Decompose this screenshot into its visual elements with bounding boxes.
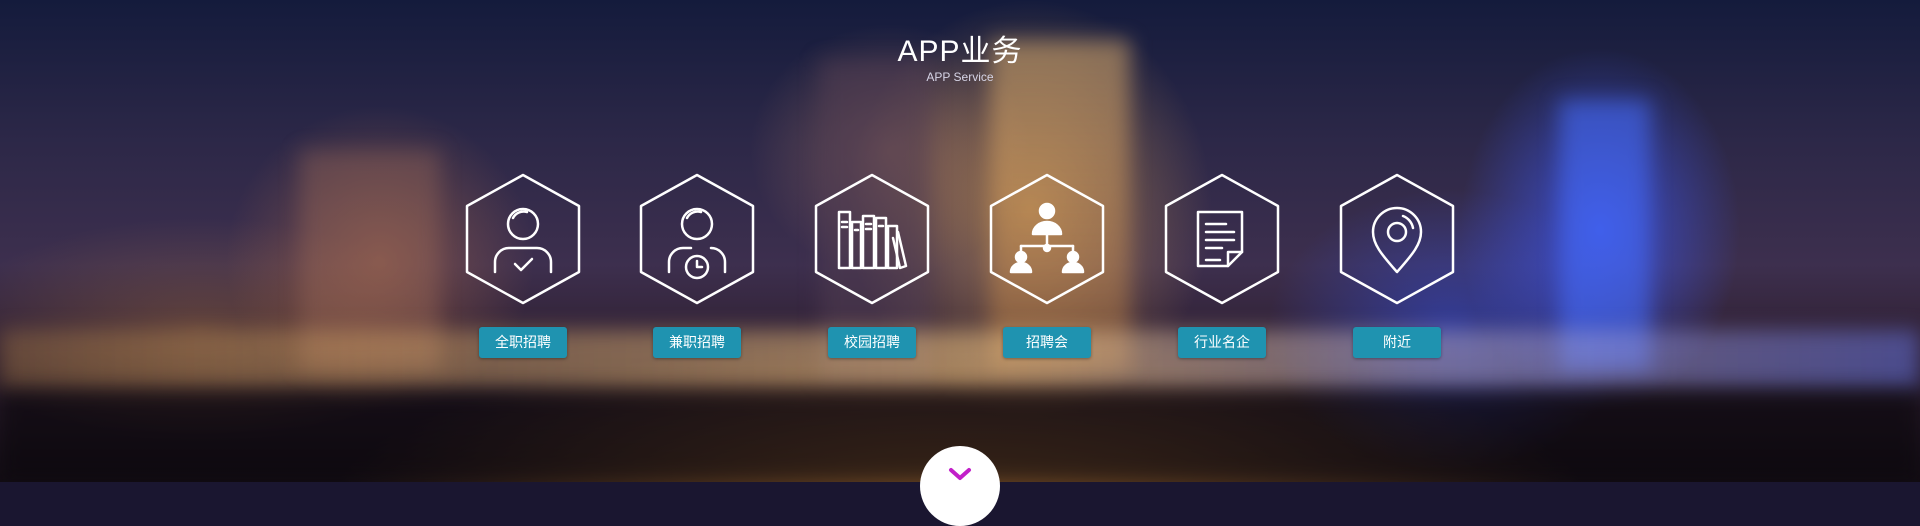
service-label[interactable]: 校园招聘	[828, 327, 916, 358]
chevron-down-icon	[949, 468, 971, 480]
service-item-part-time[interactable]: 兼职招聘	[637, 172, 757, 362]
service-label[interactable]: 全职招聘	[479, 327, 567, 358]
user-check-icon	[493, 207, 553, 274]
service-label[interactable]: 附近	[1353, 327, 1441, 358]
scroll-down-button[interactable]	[920, 446, 1000, 526]
user-clock-icon	[667, 207, 727, 280]
hexagon-frame	[463, 172, 583, 306]
books-icon	[837, 210, 908, 270]
service-label[interactable]: 招聘会	[1003, 327, 1091, 358]
service-label[interactable]: 兼职招聘	[653, 327, 741, 358]
service-list: 全职招聘 兼职招聘 校园招聘 招聘会 行业名企 附近	[0, 0, 1920, 482]
hexagon-frame	[812, 172, 932, 306]
document-icon	[1196, 210, 1244, 268]
service-item-campus[interactable]: 校园招聘	[812, 172, 932, 362]
hexagon-frame	[1337, 172, 1457, 306]
service-label[interactable]: 行业名企	[1178, 327, 1266, 358]
service-item-job-fair[interactable]: 招聘会	[987, 172, 1107, 362]
hexagon-frame	[637, 172, 757, 306]
hexagon-frame	[987, 172, 1107, 306]
service-item-industry-companies[interactable]: 行业名企	[1162, 172, 1282, 362]
service-item-nearby[interactable]: 附近	[1337, 172, 1457, 362]
service-item-full-time[interactable]: 全职招聘	[463, 172, 583, 362]
hexagon-frame	[1162, 172, 1282, 306]
org-chart-icon	[1009, 202, 1085, 274]
location-pin-icon	[1371, 206, 1423, 274]
